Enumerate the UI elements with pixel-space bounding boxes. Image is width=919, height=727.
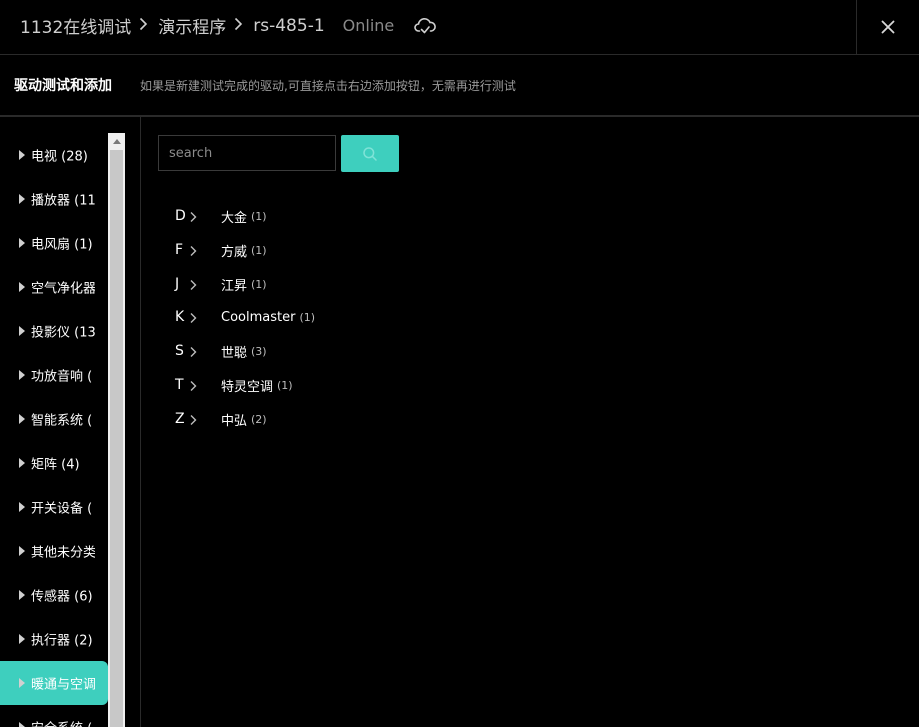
- caret-right-icon: [19, 282, 25, 292]
- sidebar-item-label: 播放器 (11): [31, 193, 95, 209]
- cloud-sync-icon[interactable]: [414, 16, 437, 36]
- sidebar-item-label: 开关设备 (: [31, 501, 93, 517]
- caret-right-icon: [19, 326, 25, 336]
- caret-right-icon: [19, 722, 25, 727]
- sidebar-item-label: 功放音响 (: [31, 369, 93, 385]
- sidebar-item-label: 投影仪 (13: [31, 325, 95, 341]
- chevron-right-icon: [189, 344, 201, 358]
- brand-group-f[interactable]: F 方威 (1): [175, 239, 267, 261]
- caret-right-icon: [19, 194, 25, 204]
- brand-letter: S: [175, 343, 184, 359]
- sidebar-item-label: 传感器 (6): [31, 589, 93, 605]
- caret-right-icon: [19, 634, 25, 644]
- chevron-right-icon: [139, 16, 148, 36]
- scrollbar-thumb[interactable]: [110, 150, 123, 727]
- brand-name: Coolmaster: [221, 309, 296, 325]
- chevron-right-icon: [189, 378, 201, 392]
- brand-name: 中弘: [221, 413, 248, 429]
- sidebar-item-hvac[interactable]: 暖通与空调: [0, 661, 108, 705]
- sidebar-item-label: 空气净化器: [31, 281, 95, 297]
- category-sidebar: 电视 (28) 播放器 (11) 电风扇 (1) 空气净化器 投影仪 (13 功…: [0, 117, 141, 727]
- chevron-right-icon: [189, 277, 201, 291]
- sidebar-item-label: 其他未分类: [31, 545, 95, 561]
- chevron-right-icon: [189, 243, 201, 257]
- sidebar-item-air-purifier[interactable]: 空气净化器: [0, 265, 108, 309]
- arrow-up-icon: [112, 139, 121, 144]
- connection-status: Online: [342, 16, 395, 35]
- brand-group-z[interactable]: Z 中弘 (2): [175, 408, 267, 430]
- brand-name: 特灵空调: [221, 379, 274, 395]
- section-header: 驱动测试和添加 如果是新建测试完成的驱动,可直接点击右边添加按钮，无需再进行测试: [0, 55, 919, 117]
- caret-right-icon: [19, 150, 25, 160]
- sidebar-item-label: 暖通与空调: [31, 677, 95, 693]
- caret-right-icon: [19, 370, 25, 380]
- brand-group-s[interactable]: S 世聪 (3): [175, 340, 267, 362]
- section-hint: 如果是新建测试完成的驱动,可直接点击右边添加按钮，无需再进行测试: [140, 79, 516, 93]
- caret-right-icon: [19, 502, 25, 512]
- search-input[interactable]: [158, 135, 336, 171]
- brand-count: (1): [277, 378, 293, 392]
- sidebar-item-security[interactable]: 安全系统 (: [0, 705, 108, 727]
- search-button[interactable]: [341, 135, 399, 172]
- sidebar-item-fan[interactable]: 电风扇 (1): [0, 221, 108, 265]
- sidebar-item-amplifier[interactable]: 功放音响 (: [0, 353, 108, 397]
- sidebar-item-smart-system[interactable]: 智能系统 (: [0, 397, 108, 441]
- sidebar-item-matrix[interactable]: 矩阵 (4): [0, 441, 108, 485]
- sidebar-item-label: 电视 (28): [31, 149, 88, 165]
- caret-right-icon: [19, 238, 25, 248]
- brand-count: (1): [251, 209, 267, 223]
- breadcrumb: 1132在线调试 演示程序 rs-485-1 Online: [20, 13, 437, 38]
- brand-letter: Z: [175, 411, 185, 427]
- brand-letter: F: [175, 242, 184, 258]
- sidebar-item-uncategorized[interactable]: 其他未分类: [0, 529, 108, 573]
- scroll-up-button[interactable]: [108, 133, 125, 150]
- brand-name: 方威: [221, 244, 248, 260]
- breadcrumb-item-project[interactable]: 1132在线调试: [20, 13, 131, 38]
- brand-count: (2): [251, 412, 267, 426]
- breadcrumb-item-program[interactable]: 演示程序: [158, 13, 226, 38]
- brand-letter: T: [175, 377, 184, 393]
- caret-right-icon: [19, 590, 25, 600]
- breadcrumb-item-port[interactable]: rs-485-1: [253, 16, 324, 36]
- brand-count: (1): [299, 310, 316, 324]
- caret-right-icon: [19, 678, 25, 688]
- sidebar-item-label: 执行器 (2): [31, 633, 93, 649]
- brand-name: 世聪: [221, 345, 248, 361]
- caret-right-icon: [19, 546, 25, 556]
- brand-group-d[interactable]: D 大金 (1): [175, 205, 267, 227]
- sidebar-item-label: 智能系统 (: [31, 413, 93, 429]
- brand-count: (1): [251, 277, 267, 291]
- sidebar-item-actuator[interactable]: 执行器 (2): [0, 617, 108, 661]
- sidebar-item-projector[interactable]: 投影仪 (13: [0, 309, 108, 353]
- brand-count: (3): [251, 344, 267, 358]
- brand-group-k[interactable]: K Coolmaster (1): [175, 306, 315, 328]
- brand-letter: K: [175, 309, 185, 325]
- brand-name: 大金: [221, 210, 248, 226]
- chevron-right-icon: [189, 209, 201, 223]
- chevron-right-icon: [189, 412, 201, 426]
- sidebar-item-label: 安全系统 (: [31, 718, 95, 727]
- top-header: 1132在线调试 演示程序 rs-485-1 Online: [0, 0, 919, 55]
- sidebar-item-tv[interactable]: 电视 (28): [0, 133, 108, 177]
- sidebar-item-label: 矩阵 (4): [31, 457, 80, 473]
- brand-name: 江昇: [221, 278, 248, 294]
- close-button[interactable]: [856, 0, 919, 54]
- brand-count: (1): [251, 243, 267, 257]
- brand-group-t[interactable]: T 特灵空调 (1): [175, 374, 293, 396]
- sidebar-item-switch-device[interactable]: 开关设备 (: [0, 485, 108, 529]
- sidebar-item-player[interactable]: 播放器 (11): [0, 177, 108, 221]
- caret-right-icon: [19, 414, 25, 424]
- caret-right-icon: [19, 458, 25, 468]
- brand-group-j[interactable]: J 江昇 (1): [175, 273, 267, 295]
- sidebar-item-sensor[interactable]: 传感器 (6): [0, 573, 108, 617]
- chevron-right-icon: [189, 310, 201, 324]
- chevron-right-icon: [234, 16, 243, 36]
- close-icon: [881, 20, 895, 34]
- brand-letter: J: [175, 276, 180, 292]
- sidebar-item-label: 电风扇 (1): [31, 237, 93, 253]
- search-icon: [363, 146, 377, 161]
- brand-letter: D: [175, 208, 186, 224]
- section-title: 驱动测试和添加: [14, 78, 112, 94]
